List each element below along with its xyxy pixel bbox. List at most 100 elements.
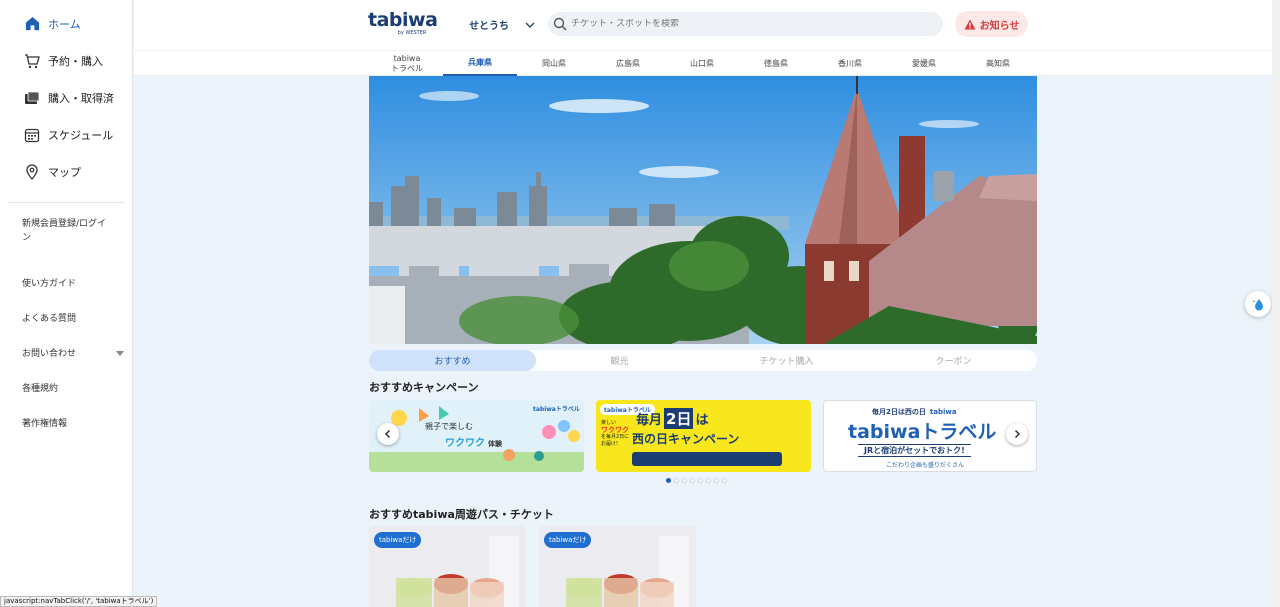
sidebar-item-label: スケジュール (48, 128, 114, 142)
tabiwa-logo[interactable]: tabiwa by WESTER (368, 10, 438, 36)
sidebar-link-register-login[interactable]: 新規会員登録/ログイン (0, 217, 118, 245)
pass-card[interactable]: tabiwaだけ (539, 526, 696, 607)
sidebar-link-contact[interactable]: お問い合わせ (0, 336, 132, 371)
tab-coupon[interactable]: クーポン (870, 350, 1037, 371)
cart-icon (24, 53, 40, 69)
sidebar-item-purchased[interactable]: 購入・取得済 (0, 79, 132, 116)
carousel-next-button[interactable] (1006, 423, 1028, 445)
banner-small-3: を毎月2日に (601, 434, 630, 440)
carousel-dot[interactable] (722, 478, 727, 483)
tab-label: 広島県 (616, 58, 640, 68)
campaign-banner-tabiwa-travel[interactable]: 毎月2日は西の日 tabiwa tabiwaトラベル JRと宿泊がセットでおトク… (823, 400, 1037, 472)
tab-hyogo[interactable]: 兵庫県 (443, 51, 517, 76)
card-badge: tabiwaだけ (544, 532, 592, 548)
assistant-float-button[interactable] (1245, 291, 1271, 317)
chevron-left-icon (384, 429, 391, 439)
carousel-dot[interactable] (698, 478, 703, 483)
tab-tokushima[interactable]: 徳島県 (739, 51, 813, 76)
tab-ehime[interactable]: 愛媛県 (887, 51, 961, 76)
tab-label: 兵庫県 (468, 57, 492, 67)
tab-label: 高知県 (986, 58, 1010, 68)
sidebar-link-terms[interactable]: 各種規約 (0, 371, 132, 406)
sidebar-link-faq[interactable]: よくある質問 (0, 301, 132, 336)
section-tabs: おすすめ 観光 チケット購入 クーポン (369, 350, 1037, 371)
search-icon (553, 17, 567, 31)
tab-okayama[interactable]: 岡山県 (517, 51, 591, 76)
link-label: よくある質問 (22, 313, 77, 324)
banner-tail: 体験 (488, 440, 502, 448)
prefecture-tabs: tabiwa トラベル 兵庫県 岡山県 広島県 山口県 徳島県 香川県 愛媛県 高… (134, 51, 1272, 76)
campaign-banner-nishinohi[interactable]: tabiwaトラベル 楽しい ワクワク を毎月2日に お届け! 毎月 2日 は … (596, 400, 811, 472)
banner-headline-c: は (695, 413, 709, 428)
banner-headline-a: 毎月 (636, 413, 663, 428)
sidebar-item-schedule[interactable]: スケジュール (0, 116, 132, 153)
logo-text: tabiwa (368, 9, 438, 31)
card-badge: tabiwaだけ (374, 532, 422, 548)
notice-button[interactable]: お知らせ (955, 11, 1028, 37)
sidebar-item-label: ホーム (48, 17, 81, 31)
search-bar[interactable] (548, 12, 943, 36)
banner-headline-d: 西の日キャンペーン (632, 432, 740, 446)
region-selector[interactable]: せとうち (469, 17, 535, 32)
tab-label: 香川県 (838, 58, 862, 68)
tab-label: 徳島県 (764, 58, 788, 68)
banner-small-4: お届け! (601, 441, 619, 447)
carousel-dot[interactable] (714, 478, 719, 483)
home-icon (24, 16, 40, 32)
sidebar-item-reserve[interactable]: 予約・購入 (0, 42, 132, 79)
tab-kochi[interactable]: 高知県 (961, 51, 1035, 76)
tab-kagawa[interactable]: 香川県 (813, 51, 887, 76)
carousel-dot[interactable] (706, 478, 711, 483)
browser-status-bar: javascript:navTabClick('/', 'tabiwaトラベル'… (0, 596, 158, 607)
banner-headline: 親子で楽しむ (425, 422, 473, 431)
sidebar-item-label: 購入・取得済 (48, 91, 114, 105)
sidebar-link-copyright[interactable]: 著作権情報 (0, 406, 132, 441)
chevron-right-icon (1014, 429, 1021, 439)
carousel-dot[interactable] (690, 478, 695, 483)
tab-label: 山口県 (690, 58, 714, 68)
campaign-banner-kids[interactable]: tabiwaトラベル 親子で楽しむ ワクワク 体験 (369, 400, 584, 472)
banner-brand-small: tabiwa (929, 408, 957, 416)
tab-sightseeing[interactable]: 観光 (536, 350, 703, 371)
carousel-dot[interactable] (666, 478, 671, 483)
sidebar-link-guide[interactable]: 使い方ガイド (0, 266, 132, 301)
link-label: 著作権情報 (22, 418, 68, 429)
tab-label-line1: tabiwa (393, 53, 421, 63)
banner-accent-line: ワクワク 体験 (445, 434, 502, 449)
campaign-section-title: おすすめキャンペーン (369, 381, 479, 394)
carousel-pagination (666, 478, 730, 483)
banner-headline-b: 2日 (664, 408, 694, 429)
search-input[interactable] (571, 19, 911, 29)
notice-label: お知らせ (979, 20, 1020, 32)
carousel-dot[interactable] (674, 478, 679, 483)
banner-small-2: ワクワク (601, 426, 629, 434)
chevron-down-icon (525, 22, 535, 28)
passes-section-title: おすすめtabiwa周遊パス・チケット (369, 508, 554, 521)
link-label: 各種規約 (22, 383, 59, 394)
sidebar: ホーム 予約・購入 購入・取得済 スケジュール マップ 新規会員登録/ログイン … (0, 0, 133, 607)
train-graphic (632, 452, 782, 466)
warning-icon (964, 19, 976, 29)
sidebar-item-home[interactable]: ホーム (0, 5, 132, 42)
calendar-icon (24, 127, 40, 143)
hero-image-kobe (369, 76, 1037, 344)
banner-top: 毎月2日は西の日 (872, 408, 926, 416)
sidebar-item-map[interactable]: マップ (0, 153, 132, 190)
tab-ticket-purchase[interactable]: チケット購入 (703, 350, 870, 371)
banner-top-line: 毎月2日は西の日 tabiwa (872, 407, 957, 417)
link-label: お問い合わせ (22, 348, 77, 359)
page-scrollbar[interactable] (1272, 0, 1280, 607)
tab-tabiwa-travel[interactable]: tabiwa トラベル (374, 51, 440, 76)
tab-hiroshima[interactable]: 広島県 (591, 51, 665, 76)
sidebar-item-label: 予約・購入 (48, 54, 103, 68)
pass-card[interactable]: tabiwaだけ (369, 526, 526, 607)
tab-yamaguchi[interactable]: 山口県 (665, 51, 739, 76)
tab-label: 愛媛県 (912, 58, 936, 68)
region-label: せとうち (469, 21, 509, 32)
carousel-dot[interactable] (682, 478, 687, 483)
banner-small-copy: 楽しい ワクワク を毎月2日に お届け! (601, 420, 629, 448)
carousel-prev-button[interactable] (377, 423, 399, 445)
tab-label-line2: トラベル (391, 63, 423, 73)
tab-label: チケット購入 (759, 357, 814, 367)
tab-recommended[interactable]: おすすめ (369, 350, 536, 371)
